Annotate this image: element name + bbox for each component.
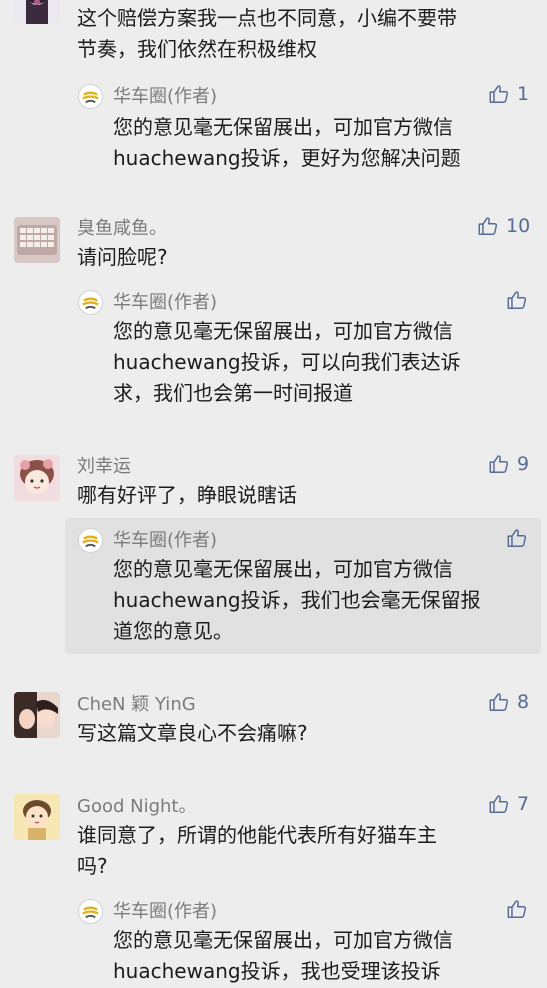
avatar[interactable] xyxy=(14,0,60,24)
commenter-name[interactable]: CheN 颖 YinG xyxy=(77,690,196,716)
thumbs-up-icon xyxy=(489,455,509,473)
like-count: 8 xyxy=(517,691,530,713)
reply-author[interactable]: 华车圈(作者) xyxy=(113,82,217,108)
reply-text: huachewang投诉，可以向我们表达诉 xyxy=(113,350,461,374)
reply-text: huachewang投诉，更好为您解决问题 xyxy=(113,146,461,170)
like-button[interactable] xyxy=(506,526,528,550)
reply-text: huachewang投诉，我也受理该投诉 xyxy=(113,959,441,983)
reply-text: huachewang投诉，我们也会毫无保留报 xyxy=(113,588,481,612)
avatar[interactable] xyxy=(14,794,60,840)
commenter-name[interactable]: Good Night。 xyxy=(77,792,196,818)
author-logo-icon xyxy=(78,899,103,924)
comment-text: 这个赔偿方案我一点也不同意，小编不要带 xyxy=(77,6,457,30)
reply-text: 求，我们也会第一时间报道 xyxy=(113,381,353,405)
like-count: 10 xyxy=(506,215,531,237)
like-button[interactable]: 1 xyxy=(488,82,529,106)
like-button[interactable]: 10 xyxy=(477,214,530,238)
thumbs-up-icon xyxy=(489,693,509,711)
thumbs-up-icon xyxy=(478,217,498,235)
author-logo-icon xyxy=(78,528,103,553)
like-count: 1 xyxy=(517,83,530,105)
comment-text: 哪有好评了，睁眼说瞎话 xyxy=(77,483,297,507)
comment-text: 谁同意了，所谓的他能代表所有好猫车主 xyxy=(77,823,437,847)
reply-author[interactable]: 华车圈(作者) xyxy=(113,526,217,552)
reply-text: 您的意见毫无保留展出，可加官方微信 xyxy=(113,928,453,952)
like-button[interactable] xyxy=(506,897,528,921)
avatar[interactable] xyxy=(14,692,60,738)
reply-text: 您的意见毫无保留展出，可加官方微信 xyxy=(113,557,453,581)
like-button[interactable]: 8 xyxy=(488,690,529,714)
thumbs-up-icon xyxy=(489,795,509,813)
comment-text: 吗? xyxy=(77,854,108,878)
like-count: 9 xyxy=(517,453,530,475)
reply-author[interactable]: 华车圈(作者) xyxy=(113,288,217,314)
like-button[interactable]: 7 xyxy=(488,792,529,816)
comment-text: 节奏，我们依然在积极维权 xyxy=(77,37,317,61)
like-button[interactable]: 9 xyxy=(488,452,529,476)
like-button[interactable] xyxy=(506,288,528,312)
reply-text: 您的意见毫无保留展出，可加官方微信 xyxy=(113,115,453,139)
comment-text: 写这篇文章良心不会痛嘛? xyxy=(77,721,308,745)
thumbs-up-icon xyxy=(507,291,527,309)
reply-author[interactable]: 华车圈(作者) xyxy=(113,897,217,923)
like-count: 7 xyxy=(517,793,530,815)
thumbs-up-icon xyxy=(507,529,527,547)
thumbs-up-icon xyxy=(489,85,509,103)
reply-text: 您的意见毫无保留展出，可加官方微信 xyxy=(113,319,453,343)
avatar[interactable] xyxy=(14,217,60,263)
commenter-name[interactable]: 臭鱼咸鱼。 xyxy=(77,214,167,240)
commenter-name[interactable]: 刘幸运 xyxy=(77,452,131,478)
reply-text: 道您的意见。 xyxy=(113,619,233,643)
author-logo-icon xyxy=(78,290,103,315)
thumbs-up-icon xyxy=(507,900,527,918)
avatar[interactable] xyxy=(14,455,60,501)
comment-text: 请问脸呢? xyxy=(77,245,168,269)
author-logo-icon xyxy=(78,84,103,109)
